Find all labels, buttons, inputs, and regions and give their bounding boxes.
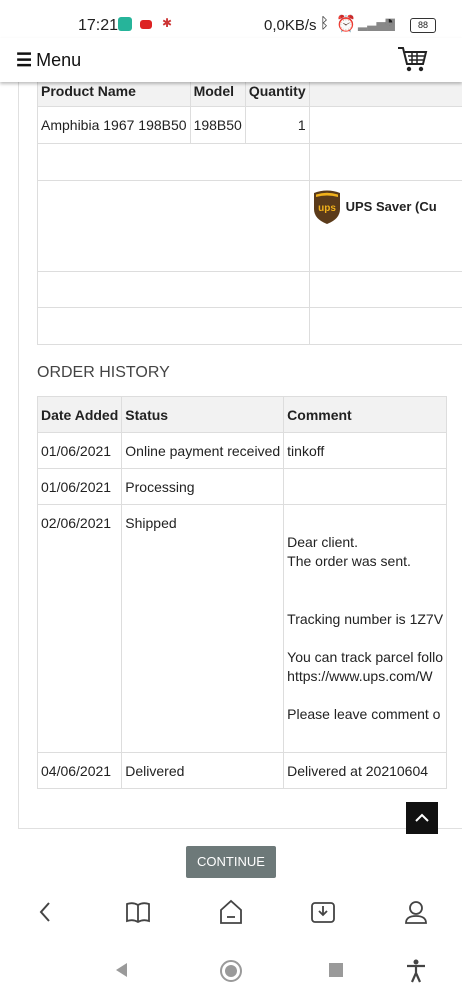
empty-cell — [37, 180, 310, 272]
order-history-title: ORDER HISTORY — [37, 364, 170, 381]
battery-indicator: 88 — [410, 18, 436, 33]
history-comment: tinkoff — [283, 432, 448, 469]
system-navigation-bar — [0, 942, 462, 1000]
empty-cell — [308, 307, 462, 345]
comment-spacer — [287, 686, 443, 705]
col-product-name: Product Name — [37, 82, 191, 107]
tracking-link[interactable]: https://www.ups.com/W — [287, 667, 443, 686]
svg-text:ups: ups — [318, 203, 336, 214]
book-icon[interactable] — [124, 898, 152, 926]
shipping-method-name: UPS Saver (Cu — [345, 199, 437, 214]
back-to-top-button[interactable] — [406, 802, 438, 834]
table-row: Amphibia 1967 198B50 198B50 1 — [37, 106, 462, 144]
empty-cell — [308, 143, 462, 181]
table-row: 01/06/2021 Processing — [36, 468, 448, 505]
table-row: 01/06/2021 Online payment received tinko… — [36, 432, 448, 469]
bug-notification-icon: ✱ — [162, 16, 173, 30]
sys-back-icon[interactable] — [112, 960, 132, 980]
youtube-notification-icon — [140, 20, 152, 29]
sys-recents-icon[interactable] — [328, 962, 344, 978]
product-extra — [308, 106, 462, 144]
network-speed: 0,0KB/s — [264, 17, 317, 34]
accessibility-icon[interactable] — [404, 958, 428, 984]
wifi-icon: ◔ — [384, 14, 394, 31]
table-row: 02/06/2021 Shipped Dear client. The orde… — [36, 504, 448, 753]
home-icon[interactable] — [217, 898, 245, 926]
comment-line: The order was sent. — [287, 553, 411, 569]
menu-icon: ☰ — [16, 50, 33, 70]
app-notification-icon — [118, 17, 132, 31]
back-icon[interactable] — [32, 898, 60, 926]
col-empty — [308, 82, 462, 107]
history-date: 04/06/2021 — [36, 752, 123, 789]
history-status: Online payment received — [121, 432, 285, 469]
product-quantity: 1 — [244, 106, 310, 144]
back-to-top-icon — [415, 813, 429, 822]
history-status: Shipped — [121, 504, 285, 753]
comment-spacer — [287, 629, 443, 648]
table-row — [37, 307, 462, 345]
site-header: ☰ Menu — [0, 38, 462, 82]
continue-button[interactable]: CONTINUE — [186, 846, 276, 878]
product-model: 198B50 — [189, 106, 246, 144]
alarm-icon: ⏰ — [336, 16, 356, 33]
history-date: 01/06/2021 — [36, 468, 123, 505]
products-table: Product Name Model Quantity Amphibia 196… — [37, 82, 462, 345]
shipping-method-cell: ups UPS Saver (Cu — [308, 180, 462, 272]
table-row — [37, 271, 462, 308]
history-comment: Delivered at 20210604 — [283, 752, 448, 789]
col-status: Status — [121, 396, 285, 433]
comment-line: Please leave comment o — [287, 706, 441, 722]
table-row: 04/06/2021 Delivered Delivered at 202106… — [36, 752, 448, 789]
bluetooth-icon: ᛒ — [320, 15, 330, 32]
comment-line: Tracking number is 1Z7V — [287, 611, 444, 627]
history-status: Delivered — [121, 752, 285, 789]
comment-spacer — [287, 571, 443, 610]
order-info-panel: Product Name Model Quantity Amphibia 196… — [18, 82, 462, 829]
comment-line: Dear client. — [287, 534, 358, 550]
product-name: Amphibia 1967 198B50 — [37, 106, 191, 144]
empty-cell — [308, 271, 462, 308]
col-date-added: Date Added — [36, 396, 123, 433]
col-model: Model — [189, 82, 246, 107]
col-comment: Comment — [283, 396, 448, 433]
empty-cell — [37, 271, 310, 308]
empty-cell — [37, 143, 310, 181]
order-history-table: Date Added Status Comment 01/06/2021 Onl… — [36, 396, 448, 789]
menu-button[interactable]: ☰ Menu — [16, 50, 81, 71]
browser-toolbar — [0, 882, 462, 942]
download-icon[interactable] — [309, 898, 337, 926]
table-row — [37, 143, 462, 181]
cart-icon[interactable] — [396, 44, 428, 74]
ups-logo: ups — [313, 190, 340, 224]
history-comment — [283, 468, 448, 505]
history-date: 02/06/2021 — [36, 504, 123, 753]
history-header-row: Date Added Status Comment — [36, 396, 448, 433]
empty-cell — [37, 307, 310, 345]
profile-icon[interactable] — [402, 898, 430, 926]
status-time: 17:21 — [78, 17, 119, 34]
menu-label: Menu — [36, 50, 82, 70]
history-status: Processing — [121, 468, 285, 505]
comment-line: You can track parcel follo — [287, 649, 444, 665]
history-comment-shipped: Dear client. The order was sent. Trackin… — [283, 504, 448, 753]
history-date: 01/06/2021 — [36, 432, 123, 469]
products-header-row: Product Name Model Quantity — [37, 82, 462, 107]
sys-home-icon[interactable] — [219, 959, 243, 983]
shipping-row: ups UPS Saver (Cu — [37, 180, 462, 272]
col-quantity: Quantity — [244, 82, 310, 107]
